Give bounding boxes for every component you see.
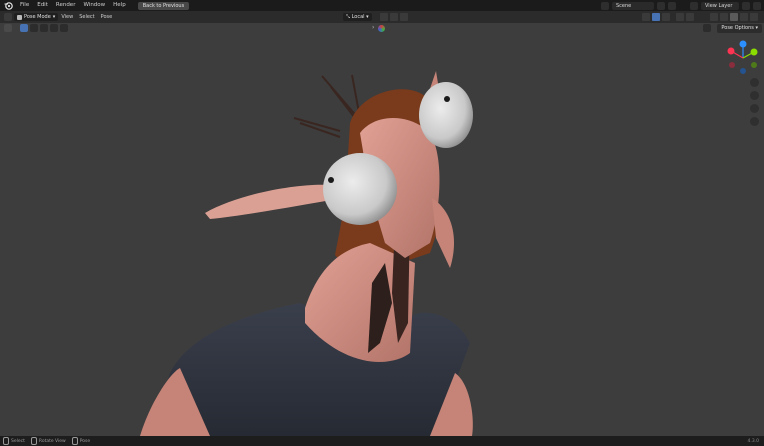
viewport-header: Pose Mode ▾ View Select Pose ⤡ Local ▾: [0, 11, 764, 23]
mouse-middle-icon: [30, 437, 37, 445]
overlay-icon[interactable]: [676, 13, 684, 21]
status-bar: Select Rotate View Pose 4.3.0: [0, 436, 764, 446]
menu-pose[interactable]: Pose: [98, 14, 116, 20]
top-bar: File Edit Render Window Help Back to Pre…: [0, 0, 764, 11]
mouse-right-icon: [71, 437, 78, 445]
mode-label: Pose Mode: [24, 14, 51, 20]
shading-group: [710, 13, 758, 21]
delete-view-layer-icon[interactable]: [753, 1, 761, 10]
view-layer-field[interactable]: View Layer: [701, 1, 739, 10]
status-rotate-label: Rotate View: [38, 438, 66, 444]
mode-select[interactable]: Pose Mode ▾: [14, 13, 59, 21]
scene-field[interactable]: Scene: [612, 1, 654, 10]
version-label: 4.3.0: [747, 439, 759, 444]
menu-window[interactable]: Window: [79, 0, 109, 11]
gizmo-dropdown-icon[interactable]: [662, 13, 670, 21]
snap-icon[interactable]: [390, 13, 398, 21]
pose-mode-icon: [17, 14, 22, 20]
menu-render[interactable]: Render: [52, 0, 80, 11]
new-view-layer-icon[interactable]: [742, 1, 750, 10]
status-select: Select: [0, 437, 28, 445]
delete-scene-icon[interactable]: [668, 1, 676, 10]
menu-file[interactable]: File: [16, 0, 33, 11]
rendered-shading-icon[interactable]: [740, 13, 748, 21]
nose: [205, 184, 338, 219]
pivot-snap-group: [380, 13, 408, 21]
status-pose-label: Pose: [79, 438, 91, 444]
view-layer-icon[interactable]: [690, 1, 698, 10]
back-to-previous-button[interactable]: Back to Previous: [137, 1, 190, 10]
solid-shading-icon[interactable]: [720, 13, 728, 21]
menu-view[interactable]: View: [58, 14, 76, 20]
status-select-label: Select: [11, 438, 25, 444]
snap-settings-icon[interactable]: [400, 13, 408, 21]
chevron-down-icon: ▾: [52, 14, 56, 20]
orientation-label: Local: [351, 14, 365, 20]
right-eye: [419, 82, 473, 148]
view-layer-name: View Layer: [705, 2, 733, 9]
status-pose: Pose: [69, 437, 93, 445]
menu-select[interactable]: Select: [76, 14, 97, 20]
mouse-left-icon: [3, 437, 9, 445]
shading-options-icon[interactable]: [750, 13, 758, 21]
xray-icon[interactable]: [686, 13, 694, 21]
new-scene-icon[interactable]: [657, 1, 665, 10]
material-shading-icon[interactable]: [730, 13, 738, 21]
blender-logo-icon[interactable]: [4, 1, 13, 10]
viewport-3d[interactable]: [0, 23, 764, 436]
left-eye: [323, 153, 397, 225]
chevron-down-icon: ▾: [366, 14, 369, 20]
wireframe-shading-icon[interactable]: [710, 13, 718, 21]
visibility-icon[interactable]: [642, 13, 650, 21]
gizmo-toggle-icon[interactable]: [652, 13, 660, 21]
menu-edit[interactable]: Edit: [33, 0, 52, 11]
pivot-icon[interactable]: [380, 13, 388, 21]
editor-type-icon[interactable]: [4, 13, 12, 21]
status-rotate: Rotate View: [28, 437, 69, 445]
menu-help[interactable]: Help: [109, 0, 130, 11]
transform-orientation-select[interactable]: ⤡ Local ▾: [343, 13, 372, 21]
scene-name: Scene: [616, 2, 632, 9]
overlay-group: [676, 13, 694, 21]
visibility-group: [642, 13, 670, 21]
scene-icon[interactable]: [601, 1, 609, 10]
